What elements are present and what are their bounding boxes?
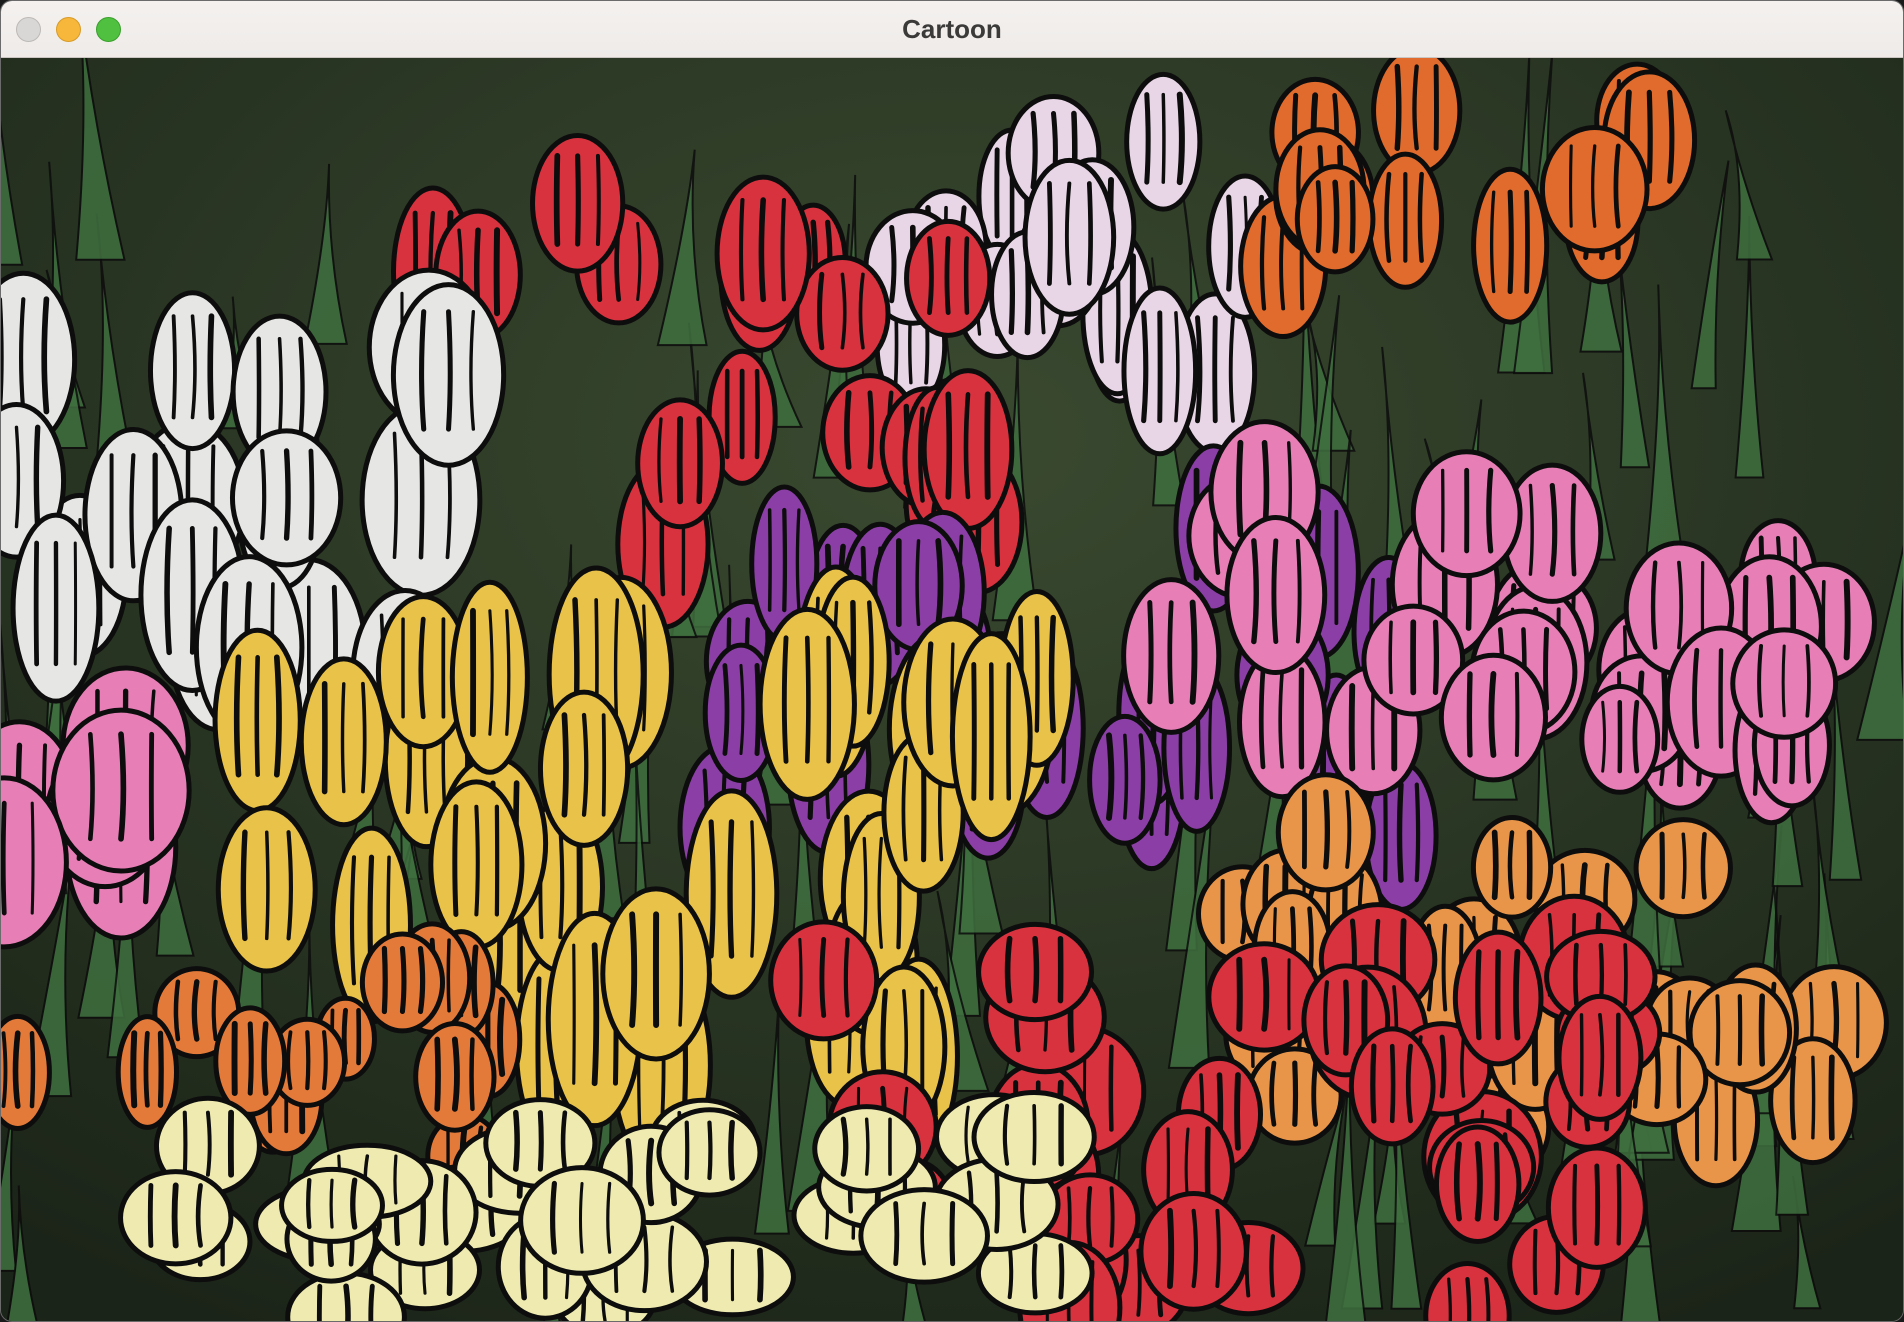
cartoon-tulips-image bbox=[1, 58, 1903, 1321]
cartoon-image-canvas bbox=[1, 58, 1903, 1321]
title-bar[interactable]: Cartoon bbox=[1, 1, 1903, 58]
app-window: Cartoon bbox=[0, 0, 1904, 1322]
window-title: Cartoon bbox=[902, 14, 1002, 44]
